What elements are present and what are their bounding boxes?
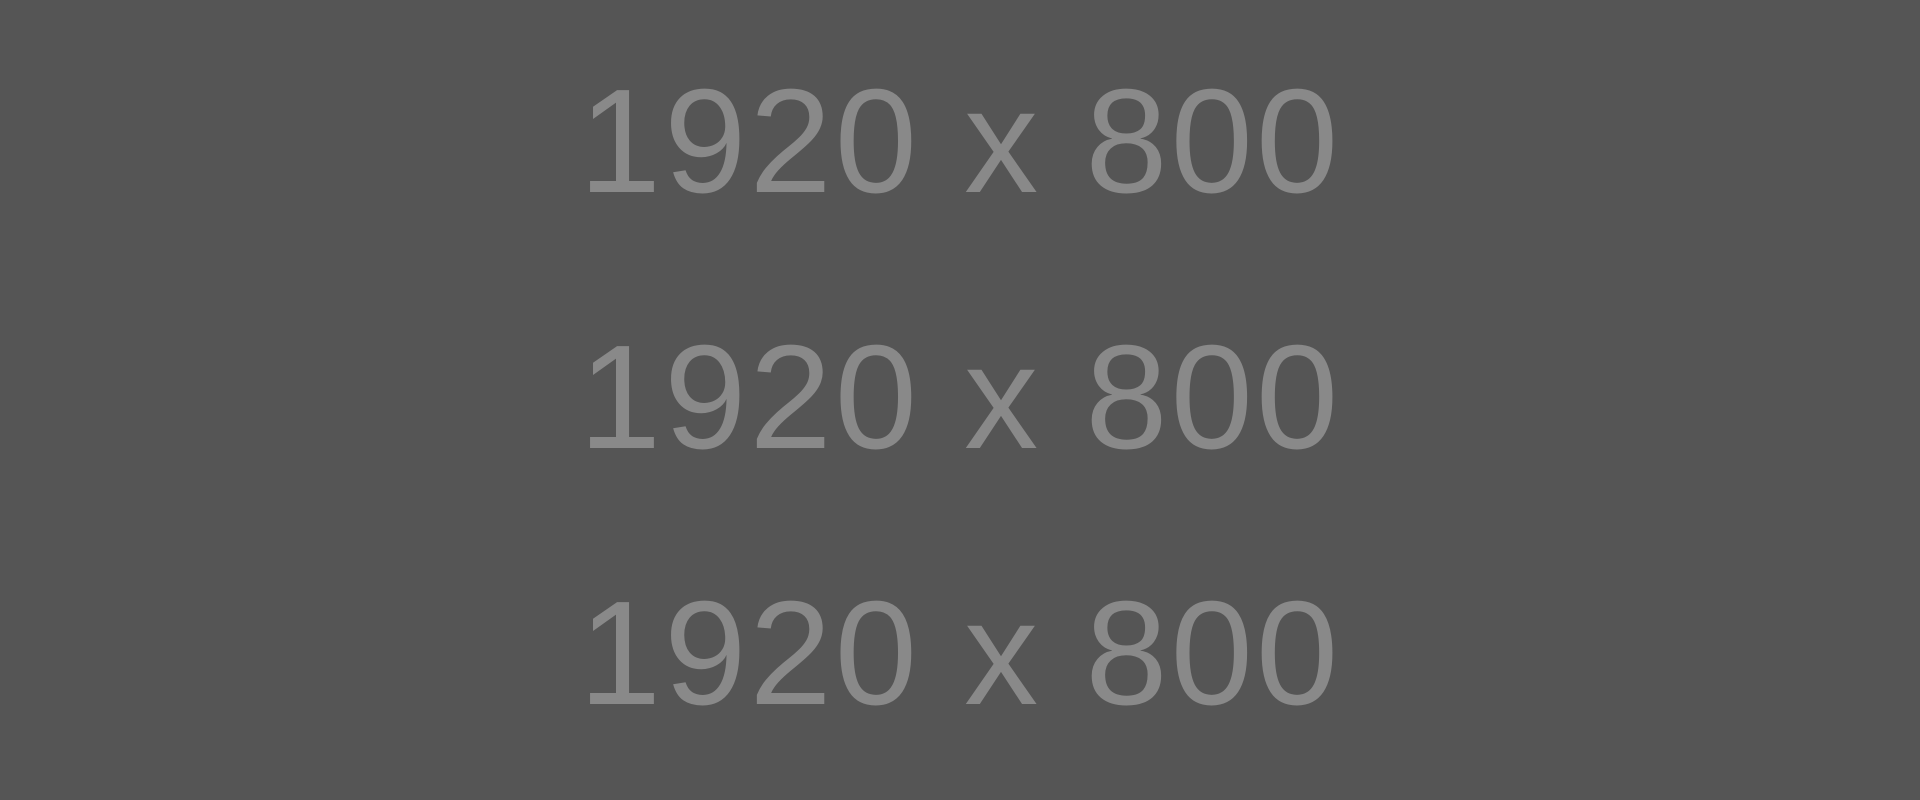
dimension-label: 1920 x 800 — [578, 315, 1342, 480]
dimension-label: 1920 x 800 — [578, 571, 1342, 736]
placeholder-image: 1920 x 800 1920 x 800 1920 x 800 — [0, 0, 1920, 800]
dimension-label: 1920 x 800 — [578, 59, 1342, 224]
